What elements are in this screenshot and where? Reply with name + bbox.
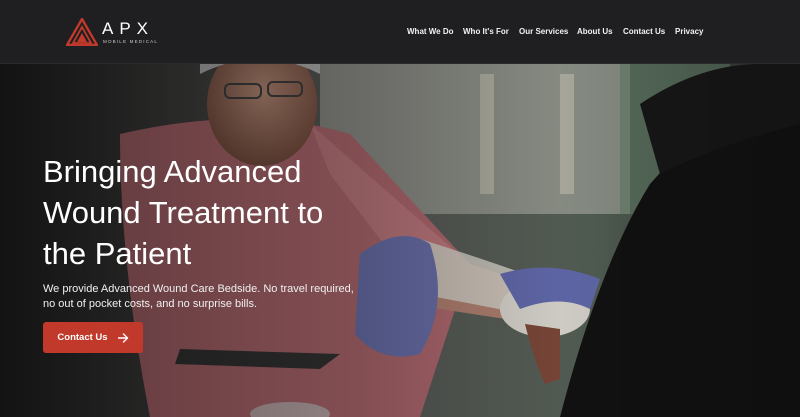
site-header: APX MOBILE MEDICAL What We Do Who It's F… bbox=[0, 0, 800, 64]
nav-contact-us[interactable]: Contact Us bbox=[623, 27, 665, 36]
brand-name: APX bbox=[102, 19, 155, 38]
arrow-right-icon bbox=[117, 332, 128, 343]
nav-what-we-do[interactable]: What We Do bbox=[407, 27, 454, 36]
hero-title: Bringing Advanced Wound Treatment to the… bbox=[43, 154, 324, 271]
nav-about-us[interactable]: About Us bbox=[577, 27, 613, 36]
hero-subtitle: We provide Advanced Wound Care Bedside. … bbox=[43, 283, 354, 310]
nav-privacy[interactable]: Privacy bbox=[675, 27, 703, 36]
brand-logo[interactable]: APX MOBILE MEDICAL bbox=[66, 18, 158, 46]
nav-our-services[interactable]: Our Services bbox=[519, 27, 568, 36]
apx-logo-icon bbox=[66, 18, 98, 46]
brand-tagline: MOBILE MEDICAL bbox=[103, 39, 159, 44]
contact-us-button-label: Contact Us bbox=[57, 332, 108, 343]
contact-us-button[interactable]: Contact Us bbox=[43, 322, 143, 353]
hero-section: Bringing Advanced Wound Treatment to the… bbox=[0, 64, 800, 417]
nav-who-its-for[interactable]: Who It's For bbox=[463, 27, 509, 36]
